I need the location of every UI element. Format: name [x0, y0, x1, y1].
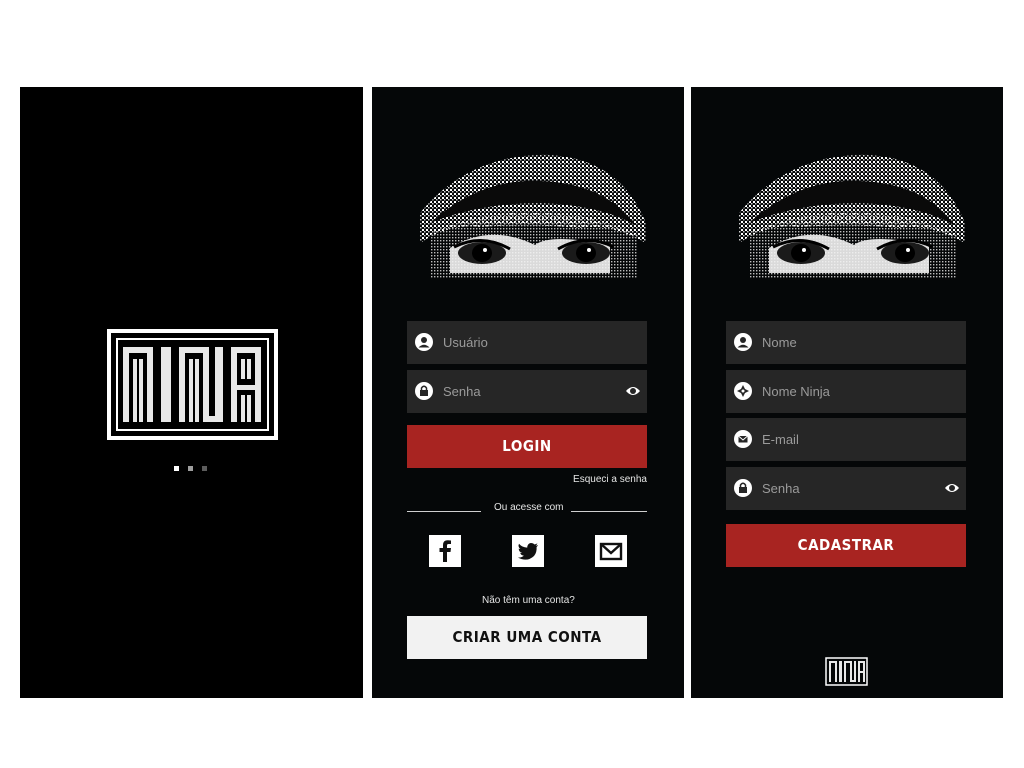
name-placeholder: Nome: [762, 335, 797, 350]
splash-screen: [20, 87, 363, 698]
facebook-icon: [439, 540, 451, 562]
ninja-logo: [825, 657, 868, 686]
mail-icon: [734, 430, 752, 448]
twitter-icon: [518, 542, 538, 560]
lock-icon: [734, 479, 752, 497]
password-field[interactable]: Senha: [407, 370, 647, 413]
ninja-eyes-illustration: [420, 154, 646, 278]
username-field[interactable]: Usuário: [407, 321, 647, 364]
email-field[interactable]: E-mail: [726, 418, 966, 461]
password-placeholder: Senha: [762, 481, 800, 496]
register-screen: Nome Nome Ninja E-mail Senha CADASTRAR: [691, 87, 1003, 698]
twitter-button[interactable]: [512, 535, 544, 567]
divider-left: [407, 511, 481, 512]
shuriken-icon: [734, 382, 752, 400]
ninja-name-field[interactable]: Nome Ninja: [726, 370, 966, 413]
ninja-logo: [107, 329, 278, 440]
password-field[interactable]: Senha: [726, 467, 966, 510]
create-account-button[interactable]: CRIAR UMA CONTA: [407, 616, 647, 659]
user-icon: [734, 333, 752, 351]
divider-right: [571, 511, 647, 512]
login-screen: Usuário Senha LOGIN Esqueci a senha Ou a…: [372, 87, 684, 698]
username-placeholder: Usuário: [443, 335, 488, 350]
name-field[interactable]: Nome: [726, 321, 966, 364]
user-icon: [415, 333, 433, 351]
password-placeholder: Senha: [443, 384, 481, 399]
lock-icon: [415, 382, 433, 400]
email-placeholder: E-mail: [762, 432, 799, 447]
divider-text: Ou acesse com: [494, 502, 564, 513]
forgot-password-link[interactable]: Esqueci a senha: [573, 474, 647, 485]
no-account-text: Não têm uma conta?: [482, 595, 575, 606]
register-button[interactable]: CADASTRAR: [726, 524, 966, 567]
ninja-eyes-illustration: [739, 154, 965, 278]
facebook-button[interactable]: [429, 535, 461, 567]
ninja-name-placeholder: Nome Ninja: [762, 384, 830, 399]
show-password-icon[interactable]: [625, 384, 641, 398]
loading-dot: [202, 466, 207, 471]
show-password-icon[interactable]: [944, 481, 960, 495]
login-button[interactable]: LOGIN: [407, 425, 647, 468]
gmail-icon: [599, 542, 623, 561]
loading-dot: [174, 466, 179, 471]
loading-dot: [188, 466, 193, 471]
gmail-button[interactable]: [595, 535, 627, 567]
